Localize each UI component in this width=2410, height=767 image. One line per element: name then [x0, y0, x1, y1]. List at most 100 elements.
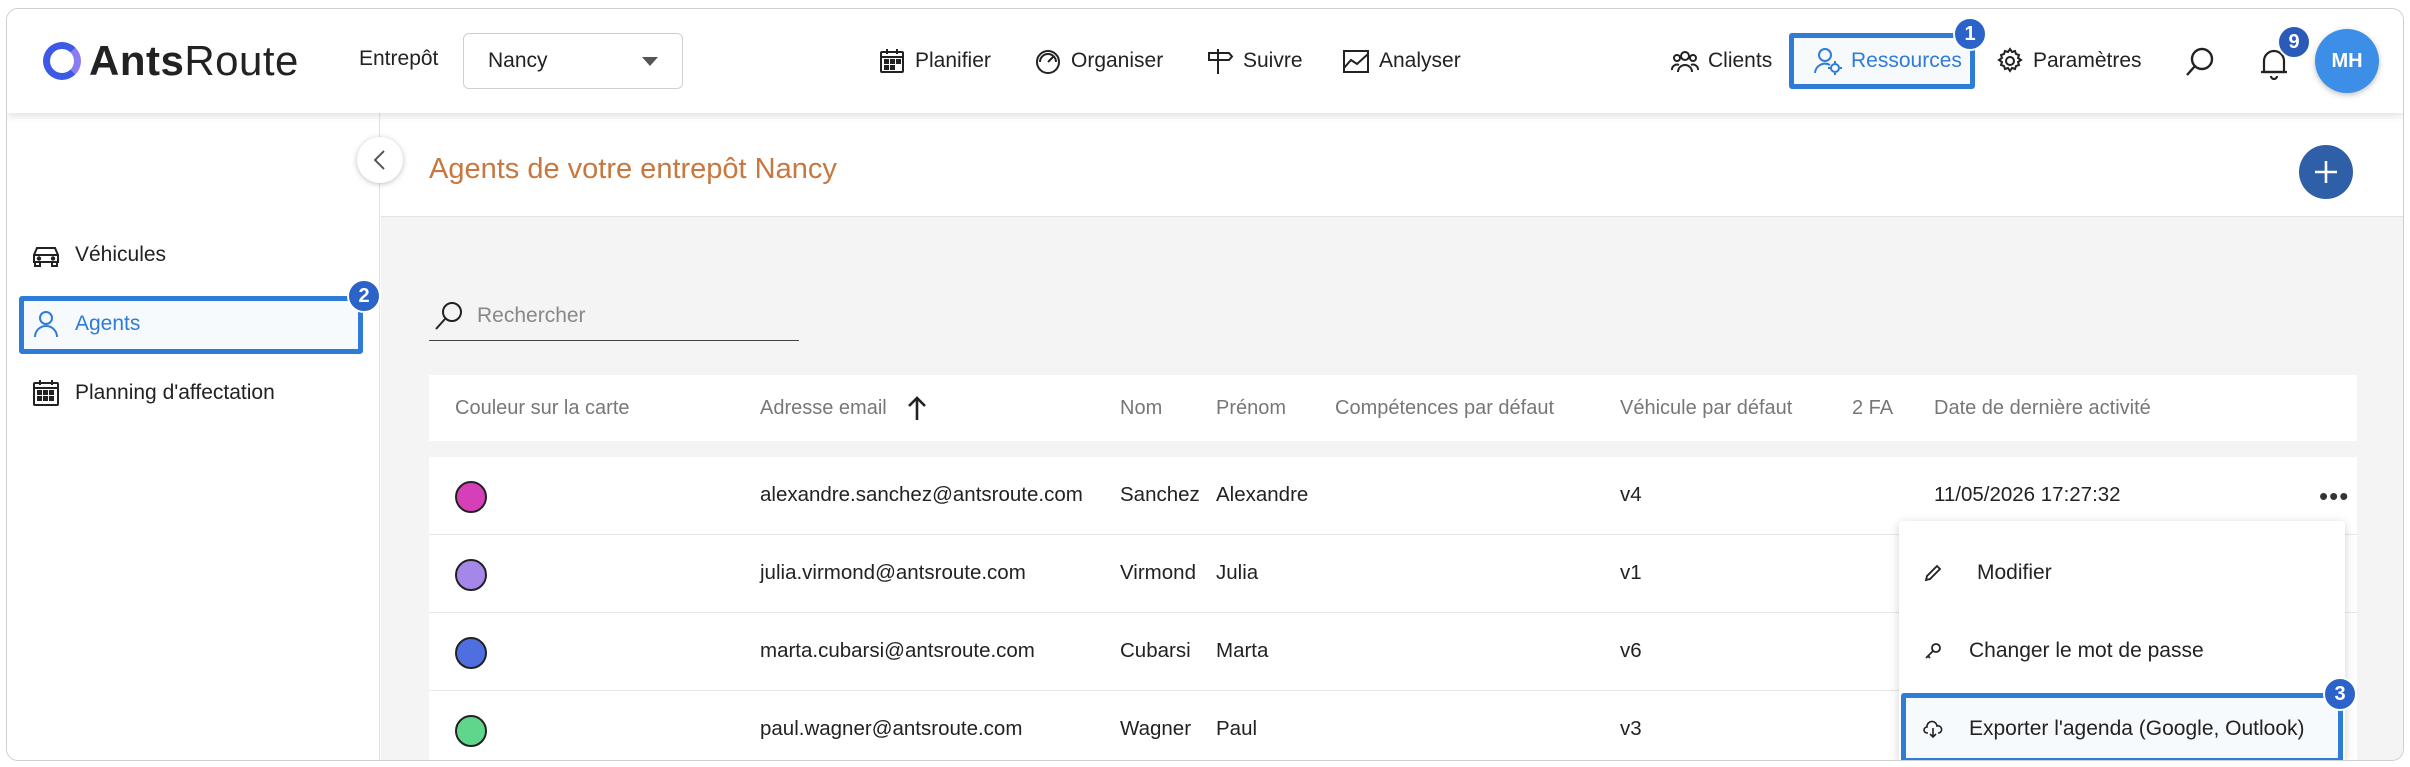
add-agent-button[interactable]	[2299, 145, 2353, 199]
avatar[interactable]: MH	[2315, 29, 2379, 93]
column-header-nom[interactable]: Nom	[1120, 397, 1162, 420]
pencil-icon	[1924, 564, 1942, 582]
menu-item-label: Modifier	[1977, 561, 2052, 584]
nav-label: Ressources	[1851, 49, 1962, 72]
nav-label: Suivre	[1243, 49, 1303, 72]
search-icon	[435, 301, 462, 330]
nav-suivre[interactable]: Suivre	[1205, 33, 1303, 89]
user-gear-icon	[1814, 48, 1842, 75]
notification-count-badge: 9	[2277, 25, 2311, 59]
column-header-couleur[interactable]: Couleur sur la carte	[455, 397, 630, 420]
cell-prenom: Marta	[1216, 639, 1269, 662]
app-window: AntsRoute Entrepôt Nancy Planifier Organ…	[6, 8, 2404, 761]
sidebar-item-planning[interactable]: Planning d'affectation	[31, 371, 275, 415]
arrow-up-icon[interactable]	[907, 395, 927, 421]
more-actions-icon[interactable]: •••	[2319, 481, 2349, 512]
table-header: Couleur sur la carte Adresse email Nom P…	[429, 375, 2357, 441]
antsroute-logo[interactable]: AntsRoute	[43, 33, 299, 89]
annotation-badge-3: 3	[2323, 677, 2357, 711]
column-header-prenom[interactable]: Prénom	[1216, 397, 1286, 420]
nav-label: Organiser	[1071, 49, 1164, 72]
cell-nom: Cubarsi	[1120, 639, 1191, 662]
search-input[interactable]	[477, 303, 777, 328]
logo-icon	[43, 42, 81, 80]
sidebar-item-label: Agents	[75, 312, 141, 335]
menu-item-modifier[interactable]: Modifier	[1923, 543, 2052, 603]
nav-organiser[interactable]: Organiser	[1033, 33, 1163, 89]
cell-prenom: Alexandre	[1216, 483, 1309, 506]
cell-nom: Virmond	[1120, 561, 1196, 584]
nav-parametres[interactable]: Paramètres	[1995, 33, 2142, 89]
column-header-vehicule[interactable]: Véhicule par défaut	[1620, 397, 1792, 420]
top-header: AntsRoute Entrepôt Nancy Planifier Organ…	[7, 9, 2403, 113]
calendar-icon	[33, 380, 59, 406]
column-header-date[interactable]: Date de dernière activité	[1934, 397, 2151, 420]
nav-ressources[interactable]: Ressources	[1813, 33, 1962, 89]
calendar-icon	[880, 49, 904, 73]
map-color-dot	[455, 637, 487, 669]
cell-date: 11/05/2026 17:27:32	[1934, 483, 2121, 506]
column-header-2fa[interactable]: 2 FA	[1852, 397, 1893, 420]
sidebar-item-vehicules[interactable]: Véhicules	[31, 233, 166, 277]
cell-vehicule: v3	[1620, 717, 1642, 740]
chart-icon	[1343, 50, 1369, 73]
map-color-dot	[455, 481, 487, 513]
sidebar-item-label: Planning d'affectation	[75, 381, 275, 404]
warehouse-select[interactable]: Nancy	[463, 33, 683, 89]
user-icon	[34, 311, 58, 338]
search-field[interactable]	[429, 291, 799, 341]
search-button[interactable]	[2183, 45, 2217, 79]
plus-icon	[2315, 161, 2337, 183]
sidebar-item-label: Véhicules	[75, 243, 167, 266]
logo-text-light: Route	[184, 37, 299, 84]
cloud-download-icon	[1923, 720, 1943, 739]
map-color-dot	[455, 559, 487, 591]
cell-vehicule: v6	[1620, 639, 1642, 662]
warehouse-value: Nancy	[488, 49, 548, 72]
cell-vehicule: v1	[1620, 561, 1642, 584]
sidebar: Véhicules Agents 2 Planning d'affectatio…	[7, 113, 381, 760]
warehouse-label: Entrepôt	[359, 47, 439, 70]
annotation-badge-1: 1	[1953, 17, 1987, 51]
cell-nom: Wagner	[1120, 717, 1192, 740]
menu-item-label: Exporter l'agenda (Google, Outlook)	[1969, 717, 2305, 740]
nav-label: Planifier	[915, 49, 991, 72]
cell-prenom: Julia	[1216, 561, 1259, 584]
column-header-competences[interactable]: Compétences par défaut	[1335, 397, 1554, 420]
nav-label: Analyser	[1379, 49, 1461, 72]
chevron-down-icon	[642, 57, 658, 66]
column-header-email[interactable]: Adresse email	[760, 397, 887, 420]
nav-label: Clients	[1708, 49, 1773, 72]
cell-email: julia.virmond@antsroute.com	[760, 561, 1026, 584]
sidebar-item-agents[interactable]: Agents	[31, 302, 140, 346]
page-title: Agents de votre entrepôt Nancy	[429, 153, 837, 185]
cell-email: paul.wagner@antsroute.com	[760, 717, 1023, 740]
nav-analyser[interactable]: Analyser	[1341, 33, 1461, 89]
main-content: Agents de votre entrepôt Nancy Couleur s…	[381, 113, 2403, 760]
nav-label: Paramètres	[2033, 49, 2142, 72]
chevron-left-icon	[373, 150, 385, 170]
cell-nom: Sanchez	[1120, 483, 1200, 506]
map-color-dot	[455, 715, 487, 747]
group-icon	[1671, 51, 1699, 73]
cell-email: alexandre.sanchez@antsroute.com	[760, 483, 1083, 506]
signpost-icon	[1208, 49, 1234, 74]
gear-icon	[1997, 47, 2023, 73]
logo-text-bold: Ants	[89, 37, 185, 84]
cell-prenom: Paul	[1216, 717, 1258, 740]
row-actions-menu: Modifier Changer le mot de passe Exporte…	[1899, 521, 2345, 760]
cell-email: marta.cubarsi@antsroute.com	[760, 639, 1035, 662]
menu-item-changer-mot-de-passe[interactable]: Changer le mot de passe	[1923, 621, 2204, 681]
search-icon	[2186, 47, 2214, 76]
collapse-sidebar-button[interactable]	[357, 137, 403, 183]
nav-planifier[interactable]: Planifier	[877, 33, 991, 89]
annotation-badge-2: 2	[347, 279, 381, 313]
gauge-icon	[1036, 50, 1060, 74]
key-icon	[1925, 643, 1941, 659]
nav-clients[interactable]: Clients	[1670, 33, 1772, 89]
car-icon	[33, 247, 59, 267]
title-bar: Agents de votre entrepôt Nancy	[381, 113, 2403, 217]
cell-vehicule: v4	[1620, 483, 1642, 506]
menu-item-label: Changer le mot de passe	[1969, 639, 2204, 662]
menu-item-exporter-agenda[interactable]: Exporter l'agenda (Google, Outlook)	[1923, 699, 2305, 759]
